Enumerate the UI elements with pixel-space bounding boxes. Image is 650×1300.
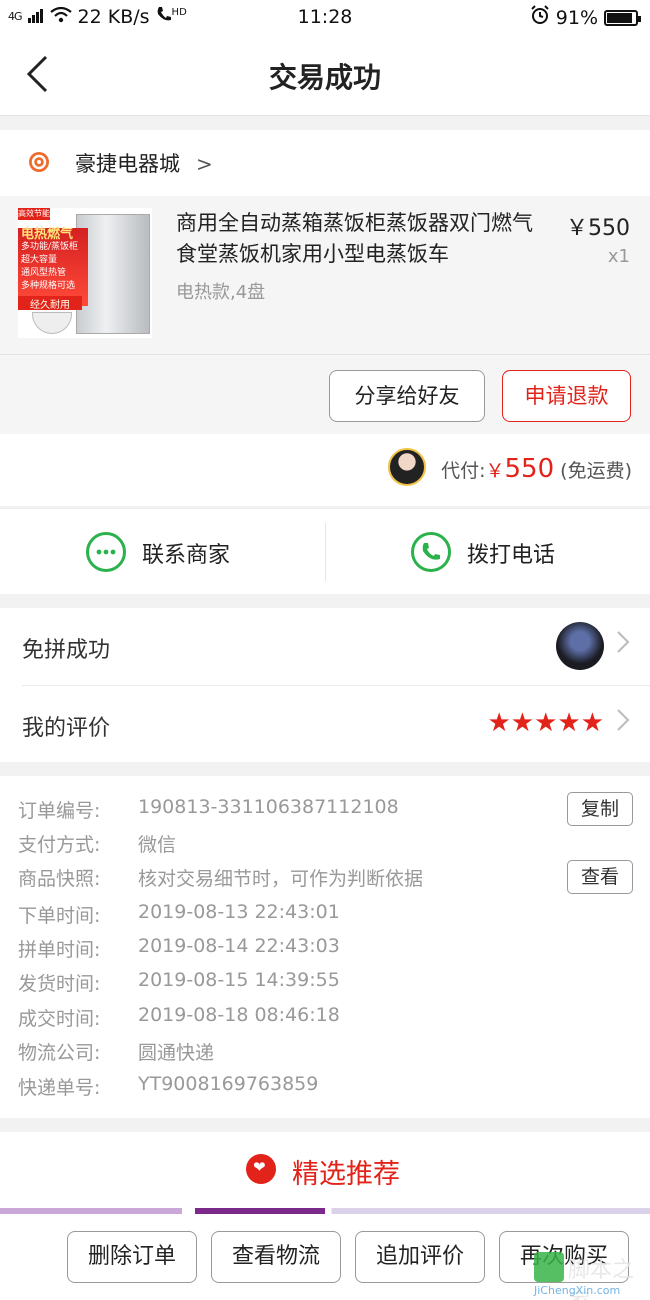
recommend-title: 精选推荐	[292, 1159, 400, 1190]
order-info-row: 成交时间: 2019-08-18 08:46:18	[18, 1004, 638, 1034]
rice-bowl-illustration	[32, 312, 72, 334]
info-value: 2019-08-13 22:43:01	[138, 901, 340, 923]
promo-line: 多功能/蒸饭柜	[21, 242, 79, 252]
my-review-row[interactable]: 我的评价 ★★★★★	[0, 686, 650, 764]
status-rows: 免拼成功 我的评价 ★★★★★	[0, 608, 650, 762]
contact-merchant-label: 联系商家	[142, 543, 231, 568]
promo-line: 通风型热管	[21, 268, 67, 278]
payment-label: 代付:	[441, 460, 486, 482]
delete-order-button[interactable]: 删除订单	[67, 1231, 197, 1283]
payment-summary: 代付:￥550 (免运费)	[441, 454, 632, 484]
product-quantity: x1	[607, 246, 630, 267]
watermark-logo: 脚本之家 JiChengXin.com	[532, 1252, 650, 1300]
chat-icon	[86, 532, 126, 572]
contact-merchant-button[interactable]: 联系商家	[0, 509, 325, 595]
view-snapshot-button[interactable]: 查看	[567, 860, 633, 894]
nav-bar: 交易成功	[0, 34, 650, 116]
product-card[interactable]: 电热燃气 多功能/蒸饭柜 超大容量 通风型热管 多种规格可选 高效节能 经久耐用…	[0, 196, 650, 354]
order-info: 订单编号: 190813-331106387112108 复制 支付方式: 微信 商…	[0, 776, 650, 1118]
watermark-square-icon	[534, 1252, 564, 1282]
promo-badge: 经久耐用	[18, 296, 82, 311]
chevron-right-icon: >	[196, 152, 213, 176]
info-key: 订单编号:	[18, 800, 101, 822]
order-actions: 分享给好友 申请退款	[0, 354, 650, 434]
heart-icon	[246, 1154, 276, 1184]
promo-tag: 高效节能	[18, 208, 50, 220]
battery-percent: 91%	[555, 6, 598, 29]
shop-header[interactable]: 豪捷电器城 >	[0, 130, 650, 196]
battery-icon	[604, 9, 641, 26]
product-spec: 电热款,4盘	[176, 282, 266, 303]
order-info-row: 支付方式: 微信	[18, 830, 638, 860]
my-review-label: 我的评价	[22, 716, 111, 741]
info-value: 2019-08-18 08:46:18	[138, 1004, 340, 1026]
group-success-label: 免拼成功	[22, 638, 111, 663]
chevron-right-icon	[616, 708, 630, 738]
info-value: 2019-08-14 22:43:03	[138, 935, 340, 957]
chevron-right-icon	[616, 630, 630, 660]
copy-button[interactable]: 复制	[567, 792, 633, 826]
shop-logo-icon	[28, 151, 50, 173]
info-key: 拼单时间:	[18, 939, 101, 961]
alarm-icon	[530, 5, 550, 30]
append-review-button[interactable]: 追加评价	[355, 1231, 485, 1283]
info-key: 发货时间:	[18, 973, 101, 995]
product-promo-band: 电热燃气 多功能/蒸饭柜 超大容量 通风型热管 多种规格可选	[18, 228, 88, 306]
status-bar: 4G 22 KB/s HD 11:28 91%	[0, 0, 650, 34]
info-key: 支付方式:	[18, 834, 101, 856]
info-value: 核对交易细节时，可作为判断依据	[138, 868, 424, 890]
info-value: 190813-331106387112108	[138, 796, 399, 818]
contact-bar: 联系商家 拨打电话	[0, 508, 650, 594]
product-price: ￥550	[566, 216, 630, 241]
currency-symbol: ￥	[485, 460, 505, 482]
recommend-header: 精选推荐	[0, 1132, 650, 1210]
battery-fill	[607, 12, 633, 23]
order-info-row: 订单编号: 190813-331106387112108	[18, 796, 638, 826]
info-key: 快递单号:	[18, 1077, 101, 1099]
rating-stars: ★★★★★	[487, 708, 604, 738]
promo-headline: 电热燃气	[21, 227, 74, 242]
info-value: 2019-08-15 14:39:55	[138, 969, 340, 991]
order-info-row: 下单时间: 2019-08-13 22:43:01	[18, 901, 638, 931]
call-label: 拨打电话	[467, 543, 556, 568]
page-title: 交易成功	[268, 61, 381, 94]
view-logistics-button[interactable]: 查看物流	[211, 1231, 341, 1283]
promo-line: 多种规格可选	[21, 281, 76, 291]
info-key: 物流公司:	[18, 1042, 101, 1064]
refund-button[interactable]: 申请退款	[502, 370, 631, 422]
info-value: 圆通快递	[138, 1042, 215, 1064]
info-key: 成交时间:	[18, 1008, 101, 1030]
payment-row: 代付:￥550 (免运费)	[0, 434, 650, 506]
group-success-row[interactable]: 免拼成功	[0, 608, 650, 686]
product-title: 商用全自动蒸箱蒸饭柜蒸饭器双门燃气食堂蒸饭机家用小型电蒸饭车	[176, 211, 533, 266]
promo-line: 超大容量	[21, 255, 58, 265]
order-info-row: 物流公司: 圆通快递	[18, 1038, 638, 1068]
product-image: 电热燃气 多功能/蒸饭柜 超大容量 通风型热管 多种规格可选 高效节能 经久耐用	[18, 208, 152, 338]
shop-name: 豪捷电器城	[75, 152, 180, 176]
payer-avatar	[388, 448, 426, 486]
member-avatar	[556, 622, 604, 670]
info-key: 商品快照:	[18, 868, 101, 890]
watermark-url: JiChengXin.com	[534, 1284, 621, 1297]
order-info-row: 快递单号: YT9008169763859	[18, 1073, 638, 1103]
shipping-note: (免运费)	[560, 460, 632, 482]
order-info-row: 拼单时间: 2019-08-14 22:43:03	[18, 935, 638, 965]
share-button[interactable]: 分享给好友	[329, 370, 485, 422]
info-key: 下单时间:	[18, 905, 101, 927]
call-button[interactable]: 拨打电话	[325, 509, 650, 595]
phone-icon	[411, 532, 451, 572]
payment-amount: 550	[504, 454, 555, 484]
order-info-row: 商品快照: 核对交易细节时，可作为判断依据	[18, 864, 638, 894]
order-info-row: 发货时间: 2019-08-15 14:39:55	[18, 969, 638, 999]
info-value: YT9008169763859	[138, 1073, 319, 1095]
info-value: 微信	[138, 834, 177, 856]
